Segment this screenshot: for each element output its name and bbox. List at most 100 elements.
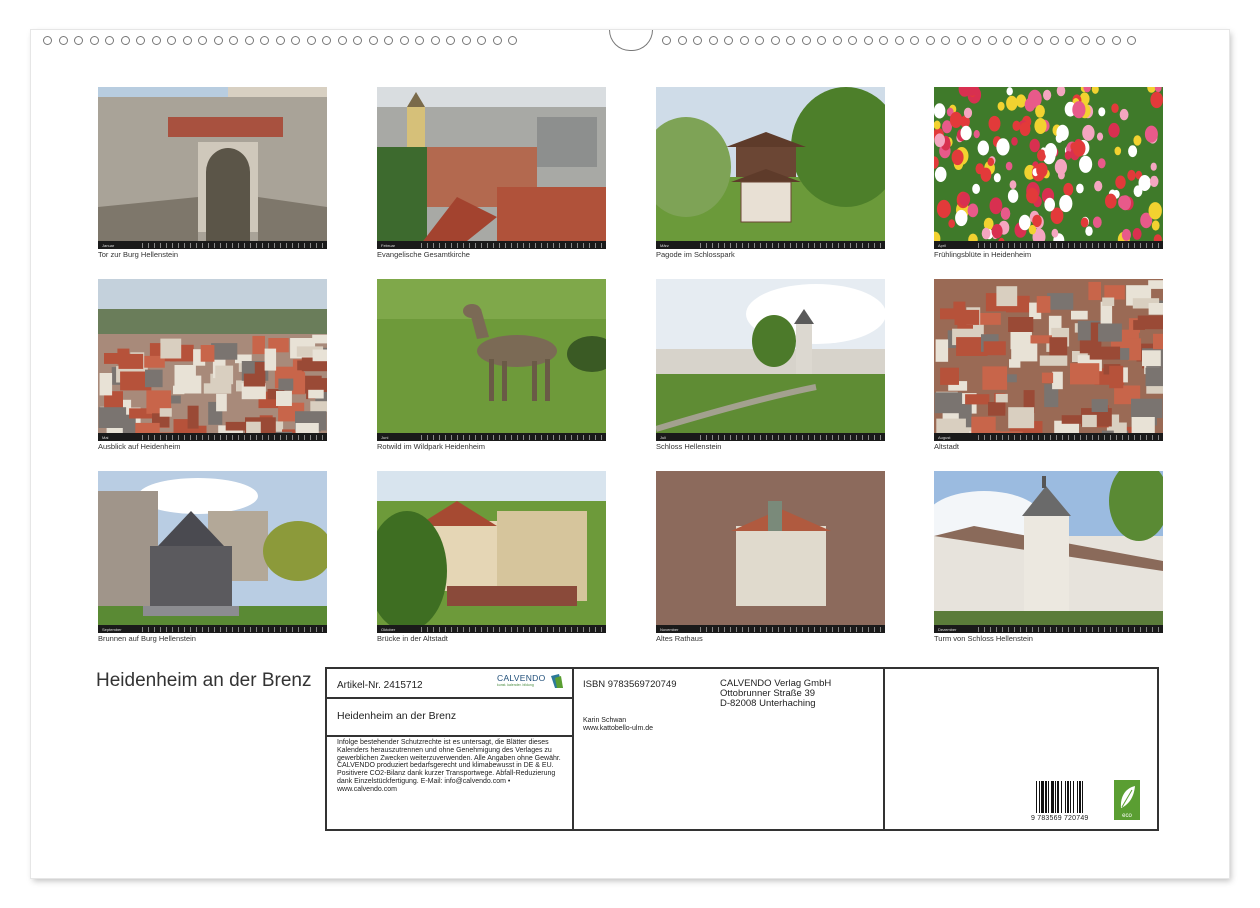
- calendar-thumbnail: Februar Evangelische Gesamtkirche: [377, 87, 606, 259]
- calendar-thumbnail: Mai Ausblick auf Heidenheim: [98, 279, 327, 451]
- eco-badge: eco: [1114, 780, 1140, 820]
- day-ticks: [142, 434, 324, 440]
- binding-hole: [693, 36, 702, 45]
- binding-hole: [1003, 36, 1012, 45]
- barcode-number: 9 783569 720749: [1031, 815, 1089, 822]
- photo-tulips: April: [934, 87, 1163, 249]
- calendar-thumbnail: April Frühlingsblüte in Heidenheim: [934, 87, 1163, 259]
- legal-notice: Infolge bestehender Schutzrechte ist es …: [337, 739, 561, 793]
- binding-hole: [384, 36, 393, 45]
- binding-hole: [1080, 36, 1090, 45]
- photo-gate: Januar: [98, 87, 327, 249]
- binding-hole: [306, 36, 316, 45]
- binding-hole: [291, 36, 300, 45]
- month-calendar-strip: September: [98, 625, 327, 633]
- month-calendar-strip: August: [934, 433, 1163, 441]
- binding-hole: [879, 36, 888, 45]
- author-url: www.kattobello-ulm.de: [583, 725, 654, 732]
- month-label: Februar: [381, 242, 396, 248]
- binding-hole: [492, 36, 502, 45]
- binding-hole: [105, 36, 114, 45]
- photo-town: Februar: [377, 87, 606, 249]
- binding-hole: [446, 36, 455, 45]
- binding-hole: [260, 36, 269, 45]
- eco-leaf-icon: eco: [1114, 780, 1140, 820]
- month-calendar-strip: November: [656, 625, 885, 633]
- article-row: Artikel-Nr. 2415712 CALVENDO kunst. kale…: [327, 669, 572, 699]
- calendar-thumbnail: Oktober Brücke in der Altstadt: [377, 471, 606, 643]
- article-number: Artikel-Nr. 2415712: [337, 680, 423, 691]
- calendar-thumbnail: Dezember Turm von Schloss Hellenstein: [934, 471, 1163, 643]
- photo-tower: Dezember: [934, 471, 1163, 633]
- photo-caption: Pagode im Schlosspark: [656, 250, 735, 259]
- binding-hole: [461, 36, 471, 45]
- day-ticks: [421, 434, 603, 440]
- binding-hole: [925, 36, 935, 45]
- photo-caption: Brücke in der Altstadt: [377, 634, 448, 643]
- photo-castle: Juli: [656, 279, 885, 441]
- info-column-right: 9 783569 720749 eco: [885, 669, 1157, 829]
- publisher-address: CALVENDO Verlag GmbH Ottobrunner Straße …: [720, 679, 831, 709]
- month-label: August: [938, 434, 951, 440]
- binding-hole: [198, 36, 207, 45]
- publisher-info-box: Artikel-Nr. 2415712 CALVENDO kunst. kale…: [325, 667, 1159, 831]
- binding-hole: [430, 36, 440, 45]
- binding-hole: [739, 36, 749, 45]
- photo-caption: Tor zur Burg Hellenstein: [98, 250, 179, 259]
- photo-caption: Evangelische Gesamtkirche: [377, 250, 470, 259]
- calendar-thumbnail: Juni Rotwild im Wildpark Heidenheim: [377, 279, 606, 451]
- binding-hole: [987, 36, 997, 45]
- calendar-back-page: Januar Tor zur Burg Hellenstein Februar …: [31, 30, 1229, 878]
- isbn: ISBN 9783569720749: [583, 679, 677, 690]
- day-ticks: [978, 434, 1160, 440]
- binding-hole: [848, 36, 857, 45]
- author-name: Karin Schwan: [583, 717, 627, 724]
- binding-hole: [801, 36, 811, 45]
- binding-hole: [120, 36, 130, 45]
- binding-hole: [136, 36, 145, 45]
- month-label: November: [660, 626, 679, 632]
- binding-hole: [1096, 36, 1105, 45]
- binding-hole: [415, 36, 424, 45]
- day-ticks: [421, 242, 603, 248]
- binding-hole: [863, 36, 873, 45]
- month-calendar-strip: Januar: [98, 241, 327, 249]
- calendar-thumbnail: September Brunnen auf Burg Hellenstein: [98, 471, 327, 643]
- binding-hole: [167, 36, 176, 45]
- day-ticks: [700, 242, 882, 248]
- calendar-thumbnail: Juli Schloss Hellenstein: [656, 279, 885, 451]
- photo-caption: Brunnen auf Burg Hellenstein: [98, 634, 196, 643]
- photo-caption: Altstadt: [934, 442, 960, 451]
- day-ticks: [421, 626, 603, 632]
- month-label: Mai: [102, 434, 109, 440]
- publisher-city: D-82008 Unterhaching: [720, 698, 816, 709]
- binding-hole: [770, 36, 780, 45]
- binding-hole: [677, 36, 687, 45]
- binding-hole: [956, 36, 966, 45]
- day-ticks: [978, 626, 1160, 632]
- book-title: Heidenheim an der Brenz: [337, 710, 457, 722]
- month-calendar-strip: Oktober: [377, 625, 606, 633]
- binding-hole: [43, 36, 52, 45]
- photo-caption: Turm von Schloss Hellenstein: [934, 634, 1033, 643]
- binding-hole: [74, 36, 83, 45]
- photo-fountain: September: [98, 471, 327, 633]
- binding-hole: [322, 36, 331, 45]
- month-label: Juni: [381, 434, 389, 440]
- photo-bridge: Oktober: [377, 471, 606, 633]
- binding-hole: [353, 36, 362, 45]
- binding-hole: [1127, 36, 1136, 45]
- binding-hole: [399, 36, 409, 45]
- info-column-left: Artikel-Nr. 2415712 CALVENDO kunst. kale…: [327, 669, 574, 829]
- binding-hole: [229, 36, 238, 45]
- binding-hole: [1111, 36, 1121, 45]
- photo-view: Mai: [98, 279, 327, 441]
- photo-deer: Juni: [377, 279, 606, 441]
- month-calendar-strip: Juni: [377, 433, 606, 441]
- month-calendar-strip: März: [656, 241, 885, 249]
- month-label: September: [102, 626, 122, 632]
- calendar-thumbnail: März Pagode im Schlosspark: [656, 87, 885, 259]
- binding-hole: [724, 36, 733, 45]
- day-ticks: [700, 434, 882, 440]
- binding-hole: [972, 36, 981, 45]
